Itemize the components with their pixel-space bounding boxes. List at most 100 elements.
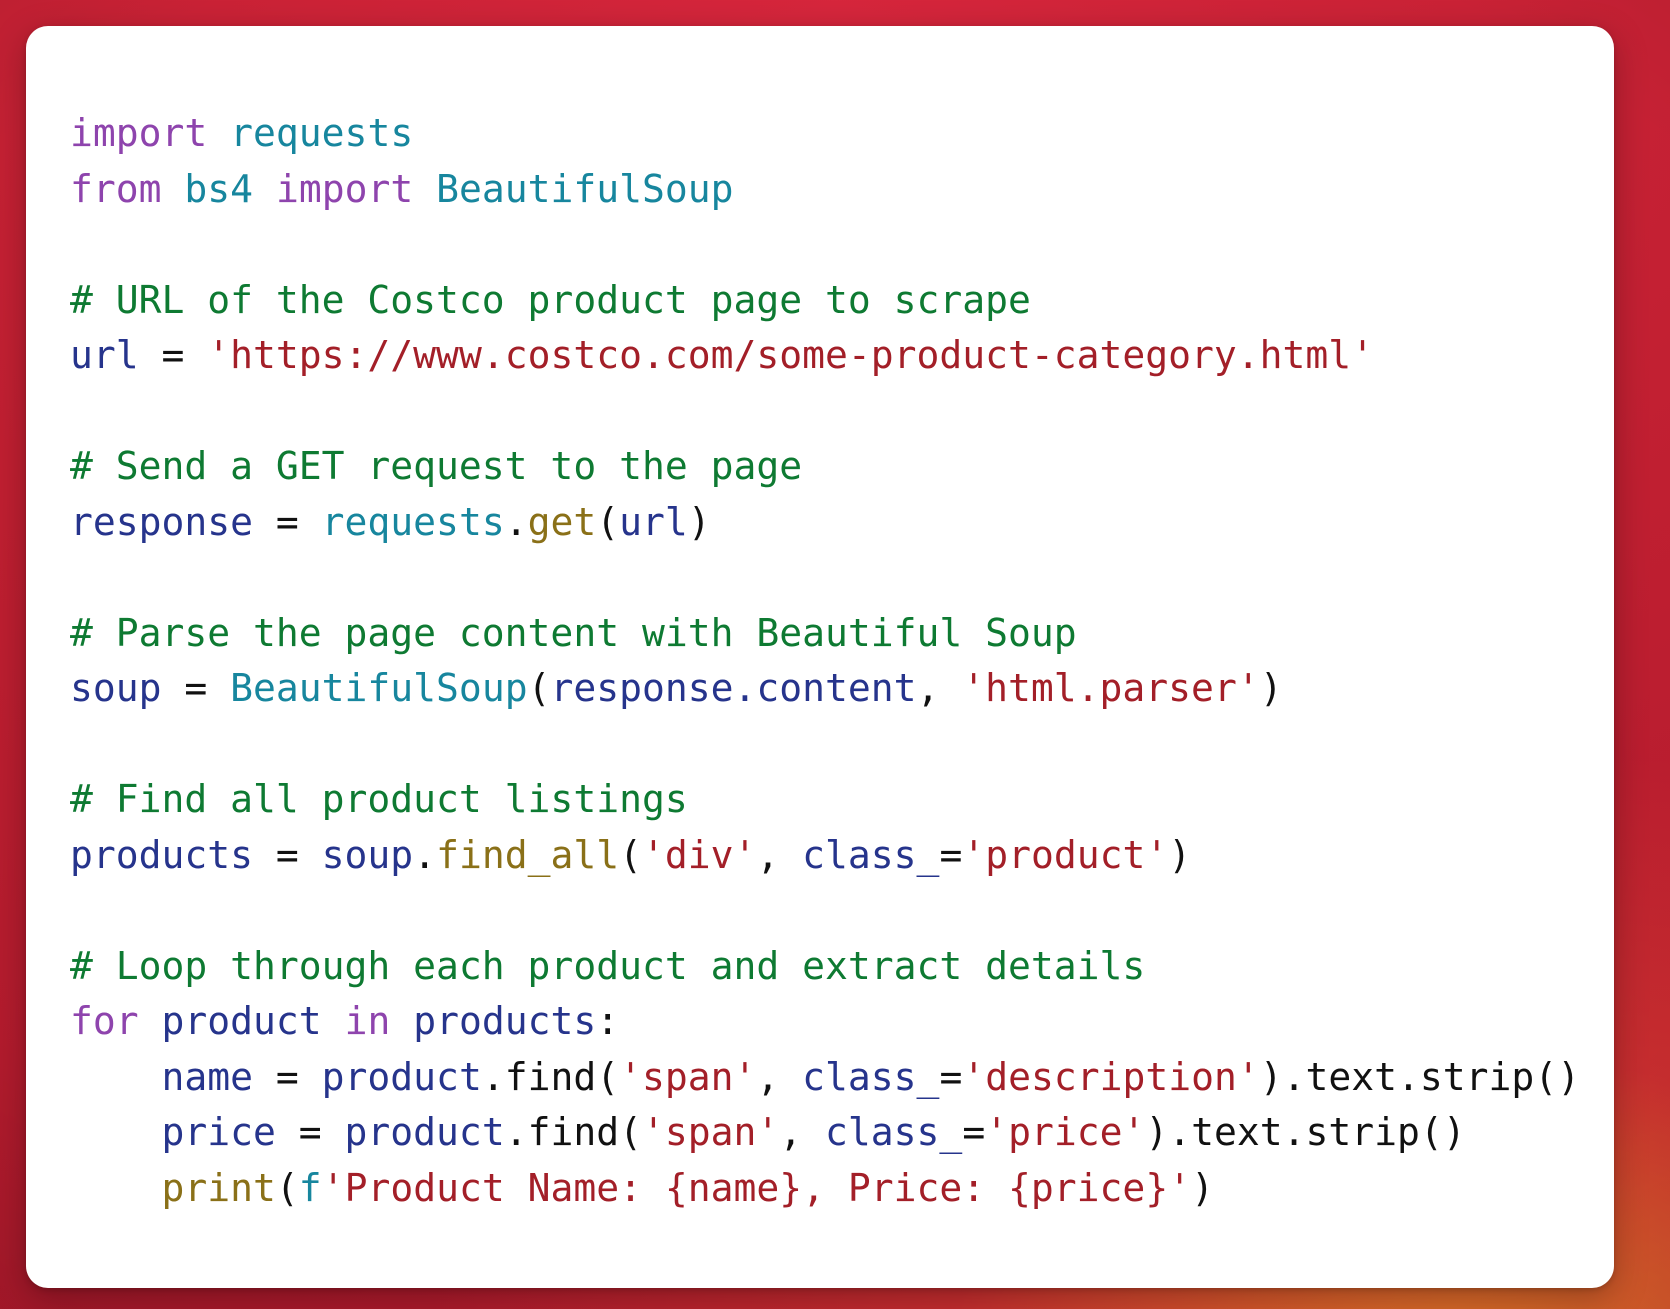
- code-token-kw: in: [344, 999, 391, 1043]
- code-token-var: soup: [321, 832, 414, 877]
- code-token-var: product: [344, 1110, 505, 1154]
- code-token-var: url: [70, 333, 139, 377]
- code-token-op: (): [1534, 1054, 1581, 1099]
- code-line: price = product.find('span', class_='pri…: [70, 1105, 1614, 1161]
- code-token-op: =: [962, 1110, 986, 1154]
- code-token-op: .: [504, 1110, 528, 1154]
- code-token-var: products: [70, 832, 254, 877]
- code-line: # Send a GET request to the page: [70, 439, 1614, 495]
- code-token-op: ): [1259, 1054, 1283, 1099]
- code-token-fn: find_all: [436, 832, 620, 877]
- code-line: import requests: [70, 106, 1614, 162]
- code-token-var: price: [161, 1110, 276, 1154]
- code-token-name: requests: [321, 499, 505, 544]
- code-token-op: ): [1145, 1110, 1169, 1154]
- code-token-var: response.content: [550, 666, 917, 710]
- code-token-op: =: [253, 1054, 322, 1099]
- code-token-op: :: [596, 999, 620, 1043]
- code-line: from bs4 import BeautifulSoup: [70, 162, 1614, 218]
- code-line: url = 'https://www.costco.com/some-produ…: [70, 328, 1614, 384]
- code-token-op: [322, 999, 345, 1043]
- code-token-op: [207, 111, 230, 155]
- code-token-op: [253, 167, 276, 211]
- code-token-str: 'Product Name:: [321, 1165, 665, 1210]
- code-line: # URL of the Costco product page to scra…: [70, 273, 1614, 329]
- code-token-op: [70, 1055, 162, 1099]
- code-token-op: =: [275, 1110, 345, 1154]
- code-token-op: ): [1191, 1165, 1214, 1210]
- code-token-name: BeautifulSoup: [230, 666, 528, 710]
- code-token-str: , Price:: [802, 1165, 1009, 1210]
- code-token-op: (: [596, 499, 620, 544]
- code-token-com: # Send a GET request to the page: [70, 444, 803, 488]
- code-line: print(f'Product Name: {name}, Price: {pr…: [70, 1161, 1614, 1217]
- code-token-fn: print: [161, 1165, 276, 1210]
- code-token-op: [162, 167, 185, 211]
- code-line: # Find all product listings: [70, 772, 1614, 828]
- code-token-kw: from: [70, 166, 162, 211]
- code-token-str: ': [1168, 1165, 1192, 1210]
- code-token-op: =: [161, 666, 231, 710]
- code-card: import requests from bs4 import Beautiful…: [26, 26, 1614, 1288]
- code-token-com: # URL of the Costco product page to scra…: [70, 277, 1031, 322]
- code-token-op: .text.strip: [1168, 1110, 1420, 1154]
- code-token-op: find: [527, 1110, 620, 1154]
- code-token-name: BeautifulSoup: [436, 166, 734, 211]
- code-token-str: 'div': [642, 832, 757, 877]
- code-token-kw: for: [70, 999, 139, 1043]
- code-token-op: (: [619, 832, 642, 877]
- code-token-op: (: [596, 1054, 620, 1099]
- code-token-op: .: [504, 499, 528, 544]
- code-token-com: # Loop through each product and extract …: [70, 943, 1146, 988]
- code-line: # Parse the page content with Beautiful …: [70, 606, 1614, 662]
- code-line: products = soup.find_all('div', class_='…: [70, 828, 1614, 884]
- code-token-var: response: [70, 499, 254, 544]
- code-token-op: ,: [916, 666, 963, 710]
- code-token-op: ): [1259, 666, 1283, 710]
- code-token-op: (: [619, 1110, 642, 1154]
- code-token-op: ): [687, 499, 711, 544]
- code-token-op: [70, 1166, 162, 1210]
- code-token-com: # Find all product listings: [70, 777, 688, 821]
- code-token-name: f: [298, 1165, 322, 1210]
- code-token-op: =: [939, 1054, 963, 1099]
- code-token-var: class_: [802, 1054, 940, 1099]
- code-token-name: requests: [230, 111, 414, 155]
- code-token-str: 'description': [962, 1054, 1260, 1099]
- code-line: soup = BeautifulSoup(response.content, '…: [70, 661, 1614, 717]
- code-token-op: ,: [756, 832, 803, 877]
- code-token-var: class_: [825, 1110, 963, 1154]
- code-token-op: (: [527, 666, 551, 710]
- code-token-op: =: [253, 832, 322, 877]
- python-code-block: import requests from bs4 import Beautiful…: [70, 106, 1614, 1216]
- code-line: response = requests.get(url): [70, 495, 1614, 551]
- code-token-var: url: [619, 499, 688, 544]
- code-line: name = product.find('span', class_='desc…: [70, 1050, 1614, 1106]
- code-token-var: product: [321, 1054, 482, 1099]
- code-token-op: ): [1168, 832, 1192, 877]
- code-token-op: =: [253, 499, 322, 544]
- code-token-var: class_: [802, 832, 940, 877]
- code-token-str: {price}: [1008, 1165, 1169, 1210]
- code-token-op: .text.strip: [1282, 1054, 1535, 1099]
- code-token-fn: get: [527, 499, 597, 544]
- code-token-kw: import: [70, 111, 208, 155]
- code-token-op: =: [939, 832, 963, 877]
- code-token-name: bs4: [184, 166, 254, 211]
- code-token-op: ,: [779, 1110, 826, 1154]
- code-token-str: 'html.parser': [962, 666, 1260, 710]
- code-token-var: products: [413, 999, 597, 1043]
- code-line: # Loop through each product and extract …: [70, 939, 1614, 995]
- code-token-op: (): [1419, 1110, 1466, 1154]
- code-token-op: [70, 1110, 162, 1154]
- code-token-op: .: [413, 832, 437, 877]
- code-token-op: .: [481, 1054, 505, 1099]
- code-token-var: soup: [70, 666, 162, 710]
- code-token-op: [413, 167, 436, 211]
- code-token-str: 'product': [962, 832, 1169, 877]
